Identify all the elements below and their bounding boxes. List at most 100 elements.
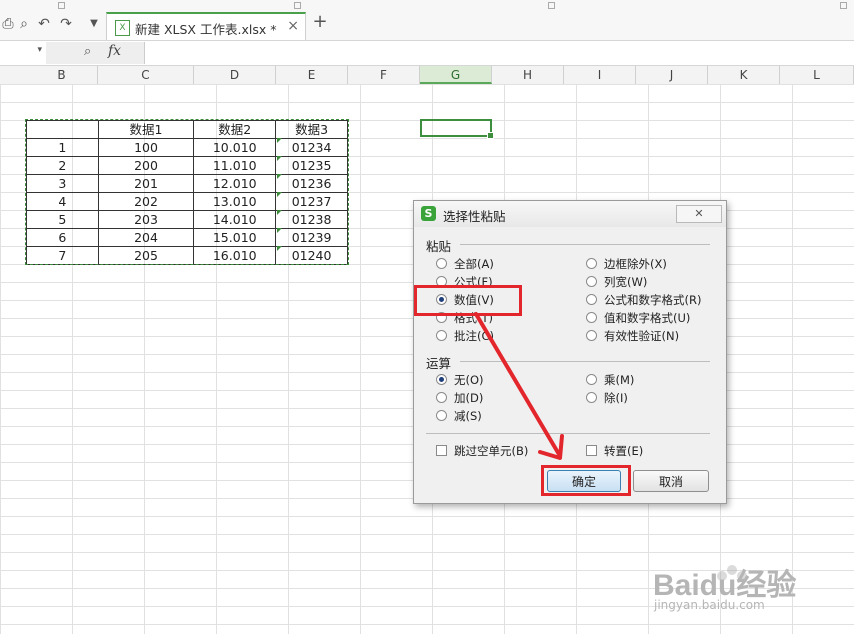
column-header-j[interactable]: J xyxy=(636,66,708,84)
table-cell[interactable]: 5 xyxy=(26,210,99,229)
radio-button[interactable] xyxy=(436,410,447,421)
table-cell[interactable]: 01239 xyxy=(275,228,348,247)
table-header-cell[interactable]: 数据2 xyxy=(193,120,277,139)
table-cell[interactable]: 200 xyxy=(97,156,195,175)
redo-icon[interactable]: ↷ xyxy=(58,16,74,32)
xlsx-file-icon: X xyxy=(115,20,130,36)
radio-button[interactable] xyxy=(586,312,597,323)
table-cell[interactable]: 10.010 xyxy=(193,138,277,157)
radio-button[interactable] xyxy=(436,330,447,341)
column-header-l[interactable]: L xyxy=(780,66,854,84)
close-tab-icon[interactable]: × xyxy=(287,18,299,34)
column-header-f[interactable]: F xyxy=(348,66,420,84)
column-header-g[interactable]: G xyxy=(420,66,492,84)
table-row: 3 201 12.010 01236 xyxy=(26,174,348,193)
table-row: 6 204 15.010 01239 xyxy=(26,228,348,247)
table-cell[interactable]: 7 xyxy=(26,246,99,265)
document-tab[interactable]: X 新建 XLSX 工作表.xlsx * × xyxy=(106,12,306,40)
radio-button[interactable] xyxy=(586,294,597,305)
column-header-e[interactable]: E xyxy=(276,66,348,84)
table-cell[interactable]: 201 xyxy=(97,174,195,193)
insert-function-button[interactable]: fx xyxy=(108,43,121,59)
radio-button[interactable] xyxy=(436,276,447,287)
quick-access-dropdown-icon[interactable]: ▼ xyxy=(86,16,102,32)
fill-handle[interactable] xyxy=(487,132,494,139)
radio-button[interactable] xyxy=(436,312,447,323)
table-cell[interactable]: 12.010 xyxy=(193,174,277,193)
checkbox[interactable] xyxy=(586,445,597,456)
restore-mark-icon xyxy=(548,2,555,9)
table-row: 7 205 16.010 01240 xyxy=(26,246,348,265)
formula-tools: ⌕ fx xyxy=(46,42,145,64)
column-header-i[interactable]: I xyxy=(564,66,636,84)
print-preview-icon[interactable]: ⌕ xyxy=(16,16,32,32)
active-cell-cursor[interactable] xyxy=(420,119,494,139)
radio-button[interactable] xyxy=(586,374,597,385)
checkbox[interactable] xyxy=(436,445,447,456)
table-cell[interactable]: 202 xyxy=(97,192,195,211)
chevron-down-icon[interactable]: ▾ xyxy=(37,45,42,55)
table-cell[interactable]: 6 xyxy=(26,228,99,247)
print-icon[interactable]: ⎙ xyxy=(0,16,16,32)
table-cell[interactable]: 11.010 xyxy=(193,156,277,175)
table-cell[interactable]: 3 xyxy=(26,174,99,193)
radio-button[interactable] xyxy=(586,258,597,269)
option-label: 跳过空单元(B) xyxy=(454,444,529,458)
table-cell[interactable]: 01235 xyxy=(275,156,348,175)
option-label: 乘(M) xyxy=(604,373,635,387)
option-label: 除(I) xyxy=(604,391,628,405)
section-divider xyxy=(426,433,710,434)
table-cell[interactable]: 01236 xyxy=(275,174,348,193)
table-cell[interactable]: 14.010 xyxy=(193,210,277,229)
radio-button[interactable] xyxy=(586,330,597,341)
option-label: 转置(E) xyxy=(604,444,644,458)
text-number-indicator xyxy=(277,246,282,251)
table-cell[interactable]: 100 xyxy=(97,138,195,157)
cancel-button[interactable]: 取消 xyxy=(633,470,709,492)
close-dialog-button[interactable]: ✕ xyxy=(676,205,722,223)
table-row: 5 203 14.010 01238 xyxy=(26,210,348,229)
text-number-indicator xyxy=(277,156,282,161)
text-number-indicator xyxy=(277,192,282,197)
table-cell[interactable]: 16.010 xyxy=(193,246,277,265)
table-cell[interactable]: 01237 xyxy=(275,192,348,211)
text-number-indicator xyxy=(277,138,282,143)
data-table: 数据1 数据2 数据3 1 100 10.010 01234 2 200 11.… xyxy=(26,120,348,265)
ok-button[interactable]: 确定 xyxy=(547,470,621,492)
table-cell[interactable]: 01240 xyxy=(275,246,348,265)
name-box[interactable]: ▾ xyxy=(0,42,47,62)
formula-bar: ▾ ⌕ fx xyxy=(0,41,854,66)
new-tab-icon[interactable]: + xyxy=(312,13,328,31)
option-label: 减(S) xyxy=(454,409,482,423)
table-cell[interactable]: 1 xyxy=(26,138,99,157)
table-cell[interactable]: 4 xyxy=(26,192,99,211)
table-header-cell[interactable] xyxy=(26,120,99,139)
operation-section-title: 运算 xyxy=(426,356,452,371)
radio-button[interactable] xyxy=(586,276,597,287)
zoom-icon[interactable]: ⌕ xyxy=(84,44,91,59)
column-header-b[interactable]: B xyxy=(26,66,98,84)
column-header-d[interactable]: D xyxy=(194,66,276,84)
table-cell[interactable]: 205 xyxy=(97,246,195,265)
undo-icon[interactable]: ↶ xyxy=(36,16,52,32)
radio-button[interactable] xyxy=(586,392,597,403)
radio-button-selected[interactable] xyxy=(436,294,447,305)
radio-button[interactable] xyxy=(436,258,447,269)
radio-button-selected[interactable] xyxy=(436,374,447,385)
column-header-k[interactable]: K xyxy=(708,66,780,84)
column-header-h[interactable]: H xyxy=(492,66,564,84)
wps-logo-icon: S xyxy=(421,206,436,221)
table-cell[interactable]: 2 xyxy=(26,156,99,175)
table-cell[interactable]: 204 xyxy=(97,228,195,247)
table-cell[interactable]: 01238 xyxy=(275,210,348,229)
dialog-title-bar[interactable]: S 选择性粘贴 ✕ xyxy=(414,201,726,227)
table-header-cell[interactable]: 数据3 xyxy=(275,120,348,139)
table-cell[interactable]: 203 xyxy=(97,210,195,229)
table-cell[interactable]: 13.010 xyxy=(193,192,277,211)
table-header-cell[interactable]: 数据1 xyxy=(97,120,195,139)
table-cell[interactable]: 01234 xyxy=(275,138,348,157)
column-header-c[interactable]: C xyxy=(98,66,194,84)
radio-button[interactable] xyxy=(436,392,447,403)
option-label: 公式和数字格式(R) xyxy=(604,293,702,307)
table-cell[interactable]: 15.010 xyxy=(193,228,277,247)
